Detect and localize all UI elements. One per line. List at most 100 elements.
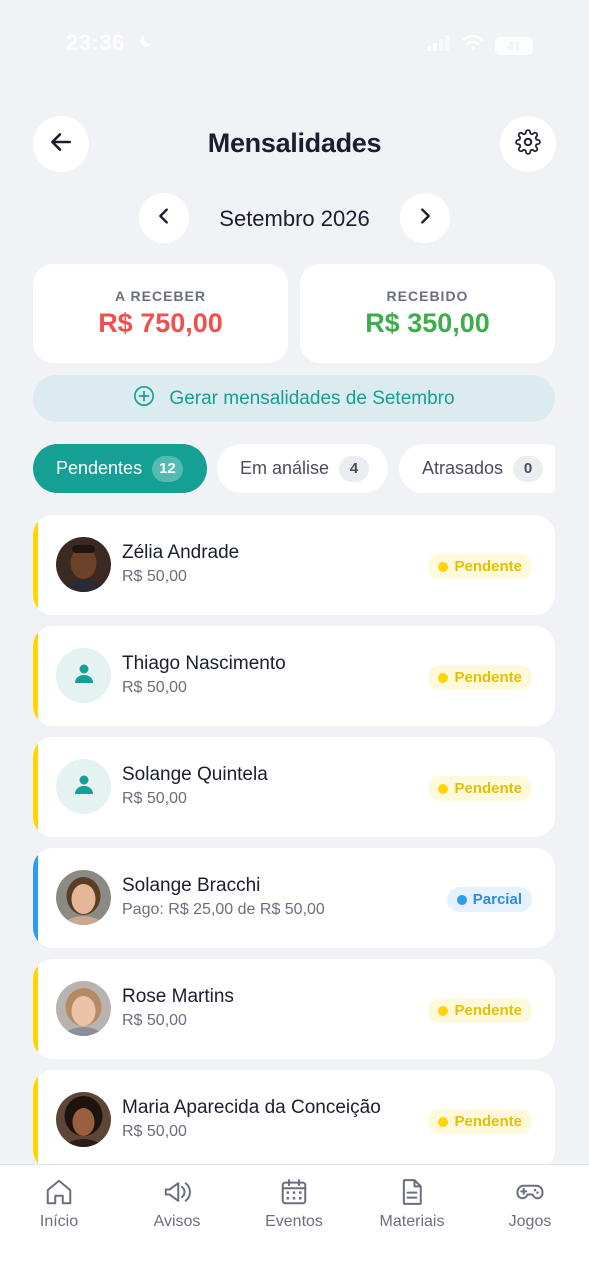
signal-icon [427, 35, 451, 56]
nav-eventos[interactable]: Eventos [244, 1177, 344, 1231]
status-badge: Pendente [428, 1109, 532, 1134]
status-indicators: 41 [427, 34, 533, 57]
bottom-navigation: Início Avisos Eventos Materiais Jogos [0, 1164, 589, 1280]
nav-label: Início [39, 1213, 79, 1230]
status-indicator-bar [33, 626, 38, 726]
nav-inicio[interactable]: Início [9, 1177, 109, 1231]
payment-list: Zélia Andrade R$ 50,00 Pendente Thiago N… [33, 515, 555, 1165]
chevron-left-icon [153, 205, 175, 232]
status-label: Pendente [454, 780, 522, 797]
member-name: Solange Bracchi [122, 875, 261, 896]
received-label: RECEBIDO [386, 288, 469, 304]
status-badge: Pendente [428, 554, 532, 579]
document-icon [362, 1177, 462, 1207]
status-indicator-bar [33, 1070, 38, 1165]
avatar [56, 981, 111, 1036]
status-dot [438, 561, 449, 572]
gamepad-icon [480, 1177, 580, 1207]
received-card: RECEBIDO R$ 350,00 [300, 264, 555, 363]
status-label: Pendente [454, 558, 522, 575]
payment-amount: Pago: R$ 25,00 de R$ 50,00 [122, 901, 325, 918]
payment-amount: R$ 50,00 [122, 1123, 187, 1140]
month-label: Setembro 2026 [219, 206, 370, 231]
member-name: Solange Quintela [122, 764, 268, 785]
received-value: R$ 350,00 [365, 308, 490, 338]
status-time: 23:36 [66, 30, 125, 55]
nav-jogos[interactable]: Jogos [480, 1177, 580, 1231]
tab-pendentes[interactable]: Pendentes 12 [33, 444, 207, 493]
to-receive-card: A RECEBER R$ 750,00 [33, 264, 288, 363]
status-label: Pendente [454, 669, 522, 686]
generate-monthly-fees-button[interactable]: Gerar mensalidades de Setembro [33, 375, 555, 422]
previous-month-button[interactable] [139, 193, 189, 243]
wifi-icon [461, 34, 485, 57]
payment-item[interactable]: Thiago Nascimento R$ 50,00 Pendente [33, 626, 555, 726]
status-dot [438, 1116, 449, 1127]
status-badge: Parcial [446, 887, 532, 912]
status-dot [438, 783, 449, 794]
status-badge: Pendente [428, 998, 532, 1023]
avatar [56, 870, 111, 925]
payment-item[interactable]: Maria Aparecida da Conceição R$ 50,00 Pe… [33, 1070, 555, 1165]
tab-label: Atrasados [422, 458, 504, 478]
tab-em-analise[interactable]: Em análise 4 [217, 444, 388, 493]
payment-item[interactable]: Zélia Andrade R$ 50,00 Pendente [33, 515, 555, 615]
avatar [56, 759, 111, 814]
nav-label: Eventos [265, 1213, 323, 1230]
user-icon [72, 661, 96, 690]
tab-atrasados[interactable]: Atrasados 0 [399, 444, 555, 493]
payment-amount: R$ 50,00 [122, 790, 187, 807]
status-badge: Pendente [428, 776, 532, 801]
status-label: Pendente [454, 1002, 522, 1019]
nav-label: Materiais [379, 1213, 445, 1230]
member-name: Zélia Andrade [122, 542, 240, 563]
payment-item[interactable]: Solange Quintela R$ 50,00 Pendente [33, 737, 555, 837]
status-tabs: Pendentes 12 Em análise 4 Atrasados 0 [33, 444, 555, 493]
next-month-button[interactable] [400, 193, 450, 243]
avatar [56, 537, 111, 592]
user-icon [72, 772, 96, 801]
payment-item[interactable]: Solange Bracchi Pago: R$ 25,00 de R$ 50,… [33, 848, 555, 948]
member-name: Maria Aparecida da Conceição [122, 1097, 381, 1118]
tab-count: 4 [339, 455, 370, 482]
avatar [56, 1092, 111, 1147]
tab-count: 12 [152, 455, 183, 482]
to-receive-label: A RECEBER [115, 288, 206, 304]
tab-count: 0 [513, 455, 544, 482]
status-indicator-bar [33, 959, 38, 1059]
status-indicator-bar [33, 848, 38, 948]
tab-label: Em análise [240, 458, 330, 478]
nav-label: Jogos [508, 1213, 552, 1230]
megaphone-icon [127, 1177, 227, 1207]
status-indicator-bar [33, 515, 38, 615]
battery-indicator: 41 [495, 36, 533, 55]
member-name: Thiago Nascimento [122, 653, 286, 674]
status-bar: 23:36 41 [0, 0, 589, 88]
gear-icon [515, 128, 541, 160]
tab-label: Pendentes [56, 458, 143, 478]
generate-button-label: Gerar mensalidades de Setembro [169, 387, 455, 409]
payment-amount: R$ 50,00 [122, 1012, 187, 1029]
payment-amount: R$ 50,00 [122, 568, 187, 585]
moon-icon [137, 32, 155, 55]
status-badge: Pendente [428, 665, 532, 690]
chevron-right-icon [414, 205, 436, 232]
status-dot [438, 1005, 449, 1016]
month-navigation: Setembro 2026 [0, 193, 589, 243]
status-label: Parcial [472, 891, 522, 908]
nav-avisos[interactable]: Avisos [127, 1177, 227, 1231]
plus-circle-icon [133, 385, 155, 413]
status-label: Pendente [454, 1113, 522, 1130]
payment-amount: R$ 50,00 [122, 679, 187, 696]
avatar [56, 648, 111, 703]
nav-materiais[interactable]: Materiais [362, 1177, 462, 1231]
header: Mensalidades [0, 116, 589, 172]
home-icon [9, 1177, 109, 1207]
payment-item[interactable]: Rose Martins R$ 50,00 Pendente [33, 959, 555, 1059]
settings-button[interactable] [500, 116, 556, 172]
status-dot [438, 672, 449, 683]
status-indicator-bar [33, 737, 38, 837]
member-name: Rose Martins [122, 986, 234, 1007]
calendar-icon [244, 1177, 344, 1207]
status-dot [456, 894, 467, 905]
